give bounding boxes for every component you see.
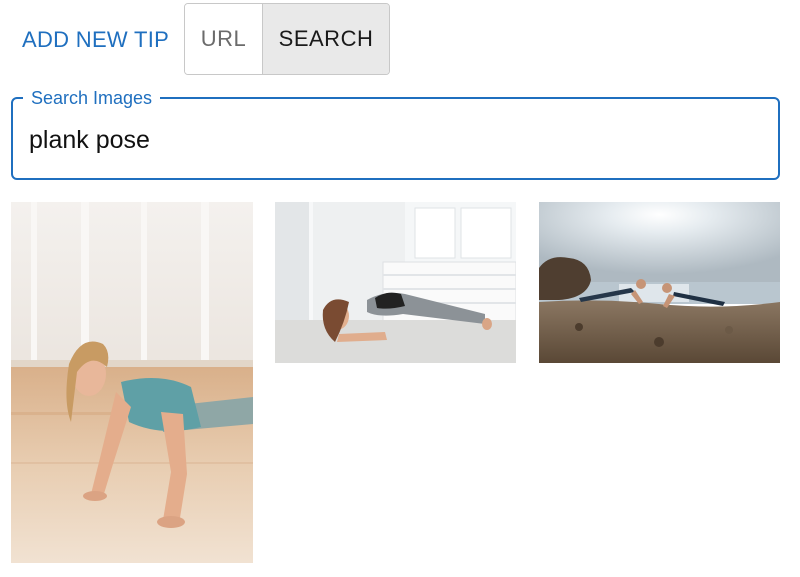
search-mode-button[interactable]: SEARCH: [263, 4, 389, 74]
push-up-plank-photo: [11, 202, 253, 563]
search-images-input[interactable]: [29, 121, 759, 159]
url-mode-button[interactable]: URL: [185, 4, 263, 74]
result-image-2[interactable]: [275, 202, 516, 363]
forearm-plank-photo: [275, 202, 516, 363]
source-mode-toggle: URL SEARCH: [184, 3, 390, 75]
result-image-1[interactable]: [11, 202, 253, 563]
search-images-field: Search Images: [11, 88, 780, 180]
beach-plank-photo: [539, 202, 780, 363]
search-images-label: Search Images: [23, 88, 161, 108]
result-image-3[interactable]: [539, 202, 780, 363]
add-new-tip-button[interactable]: ADD NEW TIP: [22, 24, 169, 56]
